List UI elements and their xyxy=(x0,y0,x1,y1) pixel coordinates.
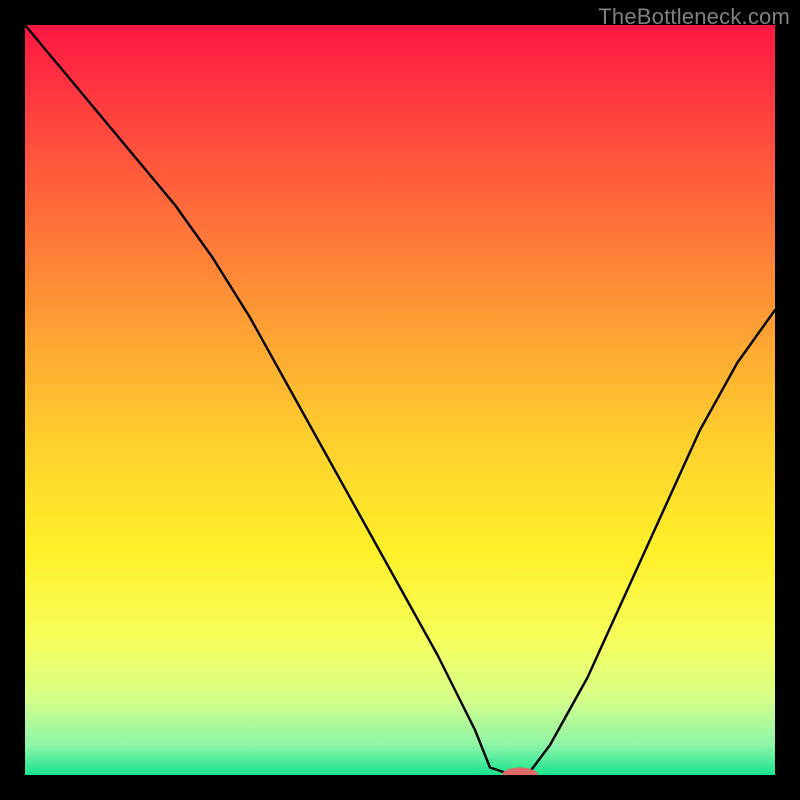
chart-svg xyxy=(25,25,775,775)
watermark-text: TheBottleneck.com xyxy=(598,4,790,30)
chart-container: TheBottleneck.com xyxy=(0,0,800,800)
plot-area xyxy=(25,25,775,775)
gradient-background xyxy=(25,25,775,775)
